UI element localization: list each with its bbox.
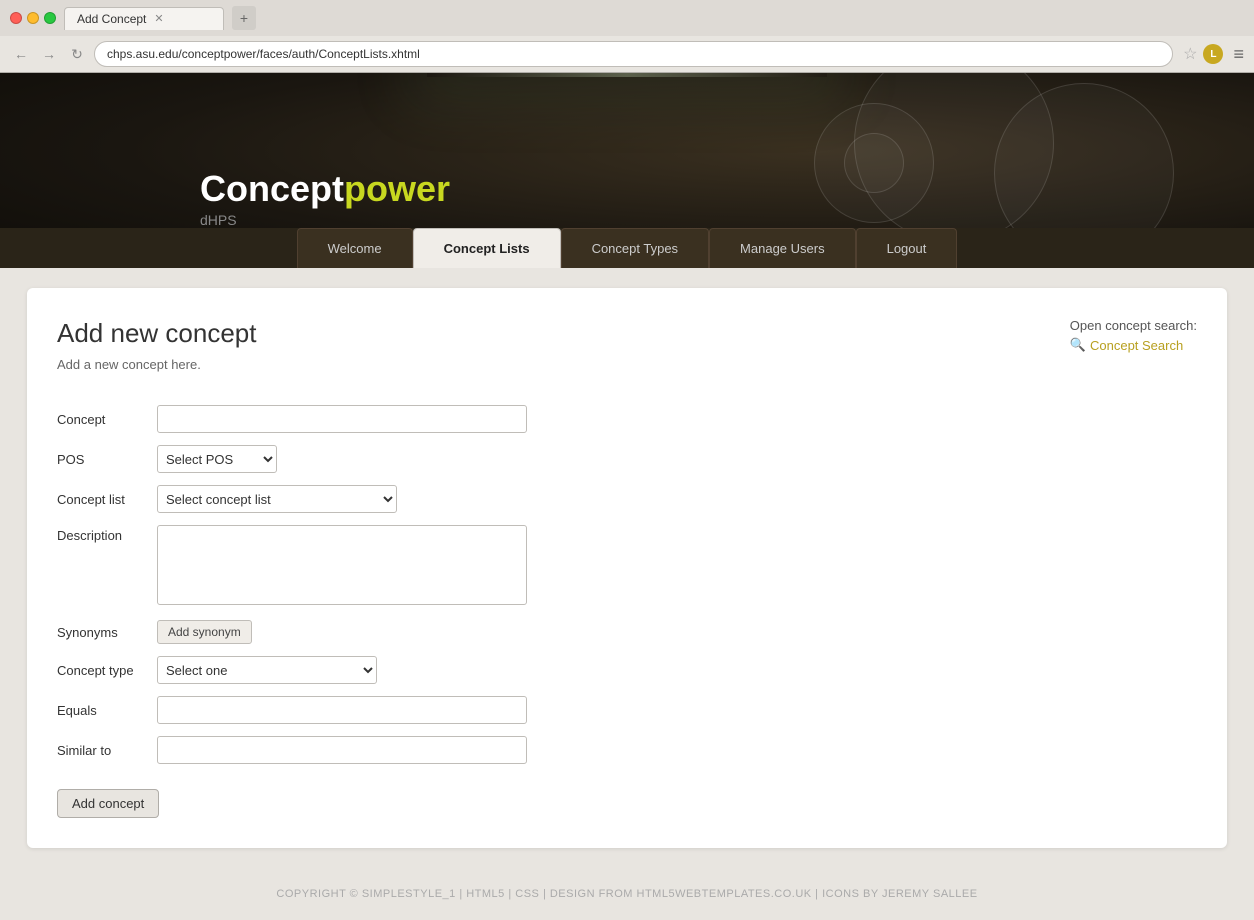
logo-subtitle: dHPS — [200, 212, 1254, 228]
equals-input[interactable] — [157, 696, 527, 724]
tab-logout[interactable]: Logout — [856, 228, 958, 268]
concept-list-select[interactable]: Select concept list — [157, 485, 397, 513]
similar-to-input[interactable] — [157, 736, 527, 764]
site-header: Conceptpower dHPS Welcome Concept Lists … — [0, 73, 1254, 268]
page-content: Open concept search: 🔍 Concept Search Ad… — [0, 268, 1254, 868]
add-synonym-button[interactable]: Add synonym — [157, 620, 252, 644]
pos-label: POS — [57, 442, 157, 476]
forward-button[interactable]: → — [38, 43, 60, 65]
nav-bar: ← → ↻ ☆ L ≡ — [0, 36, 1254, 72]
concept-search-link[interactable]: 🔍 Concept Search — [1070, 337, 1197, 353]
refresh-button[interactable]: ↻ — [66, 43, 88, 65]
concept-search-label: Open concept search: — [1070, 318, 1197, 333]
logo-text-yellow: power — [344, 168, 450, 209]
user-avatar: L — [1203, 44, 1223, 64]
site-logo: Conceptpower — [200, 168, 1254, 210]
pos-select[interactable]: Select POS Noun Verb Adjective Adverb — [157, 445, 277, 473]
tab-manage-users[interactable]: Manage Users — [709, 228, 856, 268]
browser-menu-icon[interactable]: ≡ — [1233, 44, 1244, 65]
footer-text: COPYRIGHT © SIMPLESTYLE_1 | HTML5 | CSS … — [276, 888, 977, 900]
tab-welcome[interactable]: Welcome — [297, 228, 413, 268]
tab-concept-types[interactable]: Concept Types — [561, 228, 709, 268]
concept-input[interactable] — [157, 405, 527, 433]
concept-type-select[interactable]: Select one — [157, 656, 377, 684]
pos-row: POS Select POS Noun Verb Adjective Adver… — [57, 442, 535, 476]
synonyms-area: Add synonym — [157, 620, 527, 644]
search-icon: 🔍 — [1070, 337, 1086, 353]
minimize-window-button[interactable] — [27, 12, 39, 24]
tab-title: Add Concept — [77, 12, 146, 26]
concept-list-row: Concept list Select concept list — [57, 482, 535, 516]
address-bar[interactable] — [94, 41, 1173, 67]
close-window-button[interactable] — [10, 12, 22, 24]
tab-concept-lists[interactable]: Concept Lists — [413, 228, 561, 268]
similar-to-row: Similar to — [57, 733, 535, 767]
page-title: Add new concept — [57, 318, 1197, 349]
concept-search-area: Open concept search: 🔍 Concept Search — [1070, 318, 1197, 353]
window-controls — [10, 12, 56, 24]
logo-text-normal: Concept — [200, 168, 344, 209]
main-card: Open concept search: 🔍 Concept Search Ad… — [27, 288, 1227, 848]
equals-row: Equals — [57, 693, 535, 727]
new-tab-button[interactable]: + — [232, 6, 256, 30]
bookmark-icon[interactable]: ☆ — [1183, 44, 1197, 64]
concept-list-label: Concept list — [57, 482, 157, 516]
header-content: Conceptpower dHPS — [0, 148, 1254, 228]
page-subtitle: Add a new concept here. — [57, 357, 1197, 372]
synonyms-row: Synonyms Add synonym — [57, 617, 535, 647]
concept-type-row: Concept type Select one — [57, 653, 535, 687]
header-light-effect — [427, 73, 827, 77]
site-footer: COPYRIGHT © SIMPLESTYLE_1 | HTML5 | CSS … — [0, 868, 1254, 920]
tab-close-icon[interactable]: ✕ — [154, 12, 163, 25]
concept-label: Concept — [57, 402, 157, 436]
site-nav: Welcome Concept Lists Concept Types Mana… — [0, 228, 1254, 268]
equals-label: Equals — [57, 693, 157, 727]
browser-chrome: Add Concept ✕ + ← → ↻ ☆ L ≡ — [0, 0, 1254, 73]
concept-row: Concept — [57, 402, 535, 436]
maximize-window-button[interactable] — [44, 12, 56, 24]
back-button[interactable]: ← — [10, 43, 32, 65]
description-textarea[interactable] — [157, 525, 527, 605]
description-label: Description — [57, 522, 157, 611]
browser-tab[interactable]: Add Concept ✕ — [64, 7, 224, 30]
similar-to-label: Similar to — [57, 733, 157, 767]
synonyms-label: Synonyms — [57, 617, 157, 647]
title-bar: Add Concept ✕ + — [0, 0, 1254, 36]
description-row: Description — [57, 522, 535, 611]
concept-type-label: Concept type — [57, 653, 157, 687]
add-concept-form: Concept POS Select POS Noun Verb Adjecti… — [57, 396, 535, 773]
add-concept-button[interactable]: Add concept — [57, 789, 159, 818]
nav-tabs: Welcome Concept Lists Concept Types Mana… — [297, 228, 958, 268]
